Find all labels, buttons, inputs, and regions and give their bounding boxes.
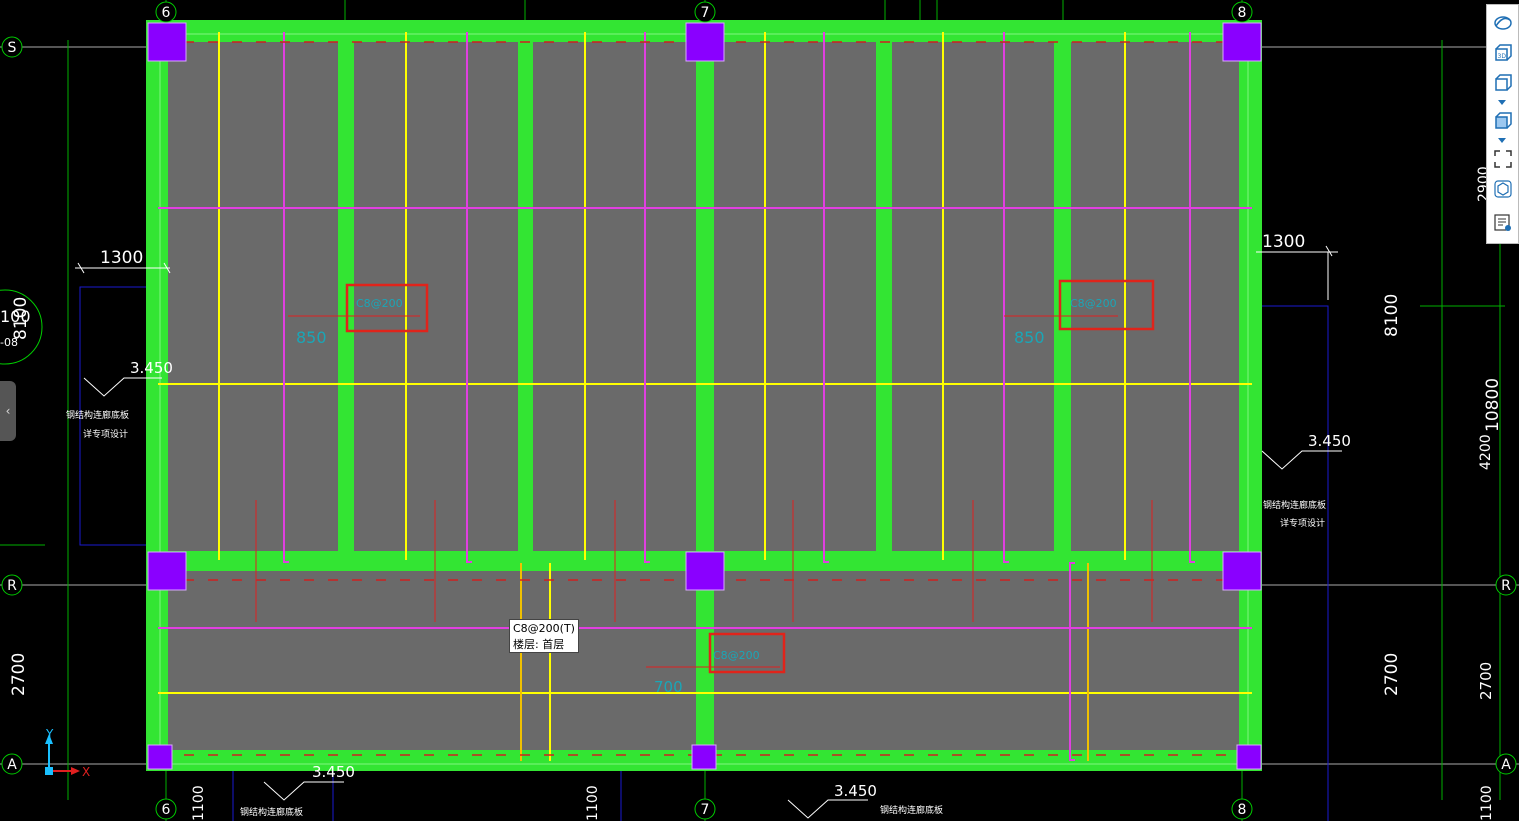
tooltip-line-1: C8@200(T): [513, 622, 575, 635]
cube-3d-icon: 3D: [1495, 44, 1512, 61]
circle-dim-bot: -08: [0, 336, 18, 349]
note-left-2: 详专项设计: [83, 428, 128, 440]
axis-label-7-top: 7: [701, 5, 710, 21]
dim-10800: 10800: [1483, 378, 1503, 432]
axis-label-6-top: 6: [162, 5, 171, 21]
note-left-1: 钢结构连廊底板: [66, 409, 129, 421]
dim-8100-right: 8100: [1382, 294, 1402, 337]
left-circle-dim: 100 8100 -08: [0, 289, 43, 365]
view-solid-button[interactable]: [1491, 109, 1515, 133]
dim-4200: 4200: [1478, 434, 1494, 470]
view-toolbar: 3D: [1486, 4, 1519, 244]
dim-1300-right: 1300: [1262, 232, 1305, 252]
properties-list-button[interactable]: [1491, 211, 1515, 235]
elevation-bottom-mid: 3.450: [834, 782, 877, 800]
elevation-right: 3.450: [1308, 432, 1351, 450]
chevron-down-icon[interactable]: [1498, 138, 1506, 143]
note-right-1: 钢结构连廊底板: [1263, 499, 1326, 511]
axis-label-8-top: 8: [1238, 5, 1247, 21]
list-settings-icon: [1494, 214, 1511, 231]
rebar-label-700: 700: [654, 678, 683, 696]
beam-frame[interactable]: [146, 20, 1262, 771]
dim-1100-a: 1100: [191, 785, 207, 821]
tooltip-line-2: 楼层: 首层: [513, 638, 565, 651]
elevation-bottom-left: 3.450: [312, 763, 355, 781]
axis-label-6-bottom: 6: [162, 802, 171, 818]
note-right-2: 详专项设计: [1280, 517, 1325, 529]
circle-dim-mid: 8100: [11, 297, 31, 340]
dim-1100-c: 1100: [1479, 785, 1495, 821]
view-3d-button[interactable]: 3D: [1491, 41, 1515, 65]
svg-text:C8@200: C8@200: [713, 649, 760, 662]
chevron-left-icon: ‹: [5, 404, 11, 418]
dim-2700-left: 2700: [9, 653, 29, 696]
dim-1300-left: 1300: [100, 248, 143, 268]
axis-label-r-right: R: [1501, 578, 1511, 594]
axis-label-r-left: R: [7, 578, 17, 594]
view-cube-button[interactable]: [1491, 71, 1515, 95]
axis-label-7-bottom: 7: [701, 802, 710, 818]
note-bottom-mid: 钢结构连廊底板: [880, 804, 943, 816]
orbit-button[interactable]: [1491, 11, 1515, 35]
dim-1100-b: 1100: [585, 785, 601, 821]
fullscreen-icon: [1494, 150, 1512, 168]
solid-cube-icon: [1495, 112, 1512, 129]
rebar-tooltip: C8@200(T) 楼层: 首层: [509, 619, 579, 653]
ucs-y-label: Y: [45, 727, 54, 741]
zoom-extents-button[interactable]: [1491, 147, 1515, 171]
axis-label-8-bottom: 8: [1238, 802, 1247, 818]
svg-text:C8@200: C8@200: [1070, 297, 1117, 310]
elevation-left: 3.450: [130, 359, 173, 377]
hex-cube-icon: [1494, 180, 1512, 198]
rebar-label-850-right: 850: [1014, 328, 1045, 347]
svg-text:C8@200: C8@200: [356, 297, 403, 310]
axis-label-a-right: A: [1501, 757, 1511, 773]
view-select-button[interactable]: [1491, 177, 1515, 201]
ucs-x-label: X: [82, 765, 90, 779]
axis-label-s: S: [8, 40, 17, 56]
dim-2700-right-b: 2700: [1477, 662, 1495, 700]
dim-2700-right-a: 2700: [1382, 653, 1402, 696]
note-bottom-left: 钢结构连廊底板: [240, 806, 303, 818]
box-outline-icon: [1495, 74, 1512, 91]
axis-label-a-left: A: [7, 757, 17, 773]
toolbar-3d-text: 3D: [1498, 53, 1507, 60]
chevron-down-icon[interactable]: [1498, 100, 1506, 105]
rebar-label-850-left: 850: [296, 328, 327, 347]
orbit-icon: [1494, 16, 1512, 30]
cad-drawing-canvas[interactable]: C8@200 C8@200 C8@200 850 850 700 1300 13…: [0, 0, 1519, 821]
side-panel-toggle[interactable]: ‹: [0, 381, 16, 441]
